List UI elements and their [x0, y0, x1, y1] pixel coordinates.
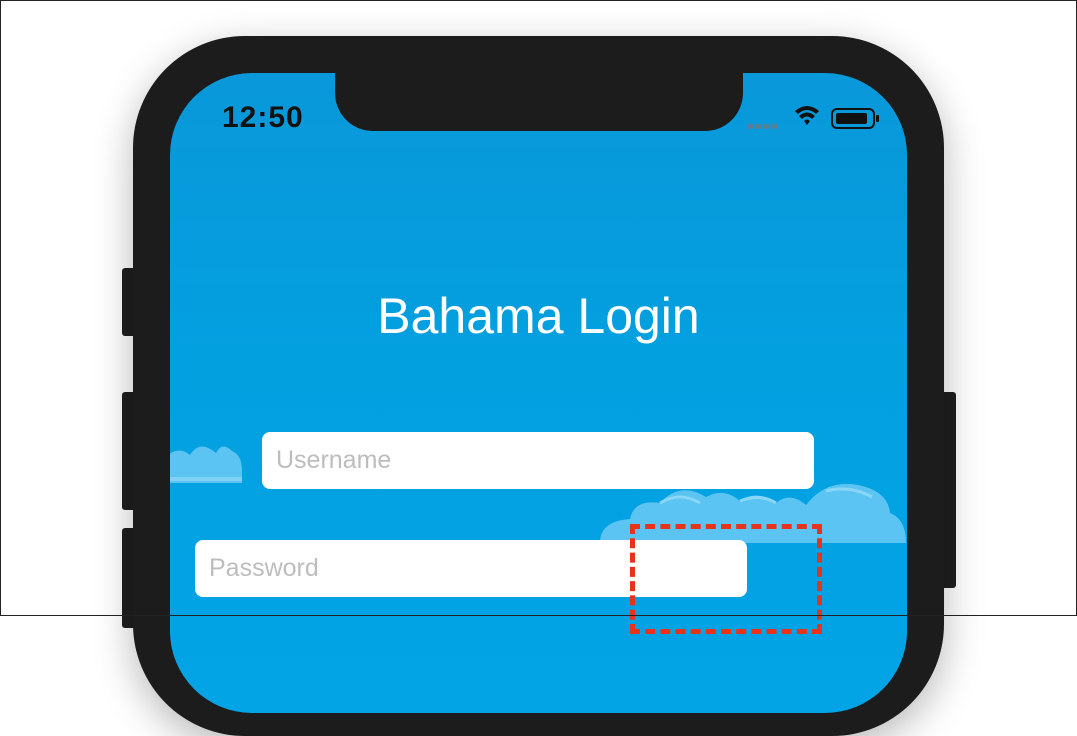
- highlight-box: [630, 524, 822, 634]
- cellular-signal-icon: [748, 124, 777, 129]
- status-icons: [748, 106, 879, 129]
- battery-icon: [831, 108, 879, 129]
- status-time: 12:50: [222, 101, 304, 134]
- page-title: Bahama Login: [377, 288, 700, 344]
- username-input[interactable]: [262, 432, 814, 489]
- wifi-icon: [795, 106, 819, 125]
- cloud-left-decoration: [170, 446, 242, 483]
- notch: [335, 73, 743, 131]
